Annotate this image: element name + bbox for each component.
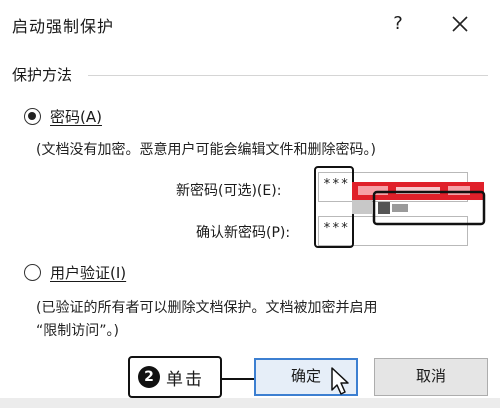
step-annotation: 2 单击 [128, 356, 222, 398]
mouse-pointer-icon [331, 367, 349, 395]
protection-dialog: 启动强制保护 ? 保护方法 密码(A) (文档没有加密。恶意用户可能会编辑文件和… [0, 0, 500, 408]
password-radio-label[interactable]: 密码(A) [50, 106, 102, 127]
confirm-password-label: 确认新密码(P): [196, 225, 291, 241]
input-highlight-callout [314, 166, 354, 248]
cancel-button[interactable]: 取消 [374, 358, 488, 396]
new-password-label: 新密码(可选)(E): [176, 183, 282, 199]
dialog-title: 启动强制保护 [12, 17, 115, 36]
group-label-protection-method: 保护方法 [12, 66, 73, 84]
annotation-connector [222, 378, 256, 380]
group-divider [88, 75, 488, 76]
close-button[interactable] [442, 8, 478, 40]
step-number-badge: 2 [138, 366, 160, 388]
user-auth-radio-label[interactable]: 用户验证(I) [50, 262, 126, 283]
user-auth-note-line2: “限制访问”。) [36, 323, 119, 339]
password-radio[interactable] [24, 108, 41, 125]
help-button[interactable]: ? [382, 8, 414, 40]
redaction-mark [352, 182, 486, 226]
user-auth-note-line1: (已验证的所有者可以删除文档保护。文档被加密并启用 [36, 300, 378, 316]
title-bar: 启动强制保护 ? [0, 0, 500, 48]
password-note: (文档没有加密。恶意用户可能会编辑文件和删除密码。) [36, 142, 376, 158]
step-text: 单击 [166, 370, 204, 390]
bottom-edge [0, 398, 500, 408]
user-auth-radio[interactable] [24, 264, 41, 281]
close-icon [452, 16, 468, 32]
